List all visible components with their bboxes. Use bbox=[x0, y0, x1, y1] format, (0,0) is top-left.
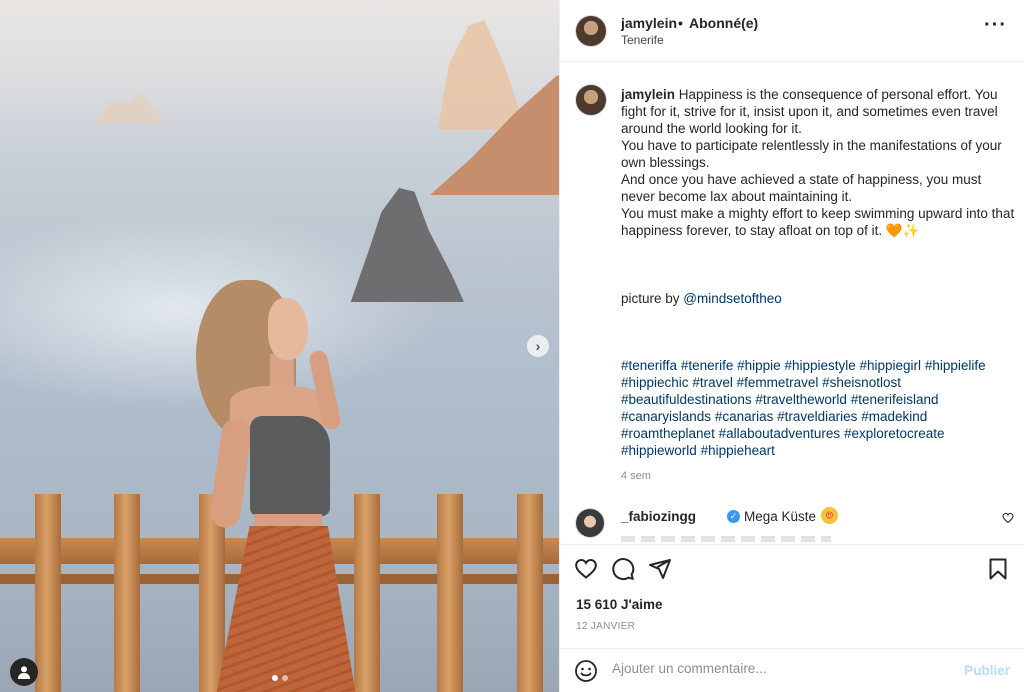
arm bbox=[208, 416, 254, 530]
heart-eyes-emoji: 😍 bbox=[821, 507, 838, 524]
fence-post bbox=[114, 494, 140, 692]
next-photo-button[interactable]: › bbox=[527, 335, 549, 357]
carousel-dot-active bbox=[272, 675, 278, 681]
hashtag-link[interactable]: #teneriffa bbox=[621, 358, 677, 373]
post-details-panel: jamylein • Abonné(e) Tenerife ··· jamyle… bbox=[559, 0, 1024, 692]
comment-icon bbox=[612, 558, 635, 581]
emoji-picker-button[interactable] bbox=[574, 659, 598, 683]
comment-item: _fabiozingg ✓ Mega Küste 😍 bbox=[560, 500, 1024, 542]
hashtag-link[interactable]: #canarias bbox=[715, 409, 774, 424]
hashtag-link[interactable]: #hippiechic bbox=[621, 375, 689, 390]
add-comment-bar: Publier bbox=[560, 648, 1024, 692]
commenter-username[interactable]: _fabiozingg bbox=[621, 509, 696, 524]
hashtag-link[interactable]: #tenerifeisland bbox=[851, 392, 939, 407]
comment-button[interactable] bbox=[611, 557, 635, 581]
credit-mention-link[interactable]: @mindsetoftheo bbox=[683, 291, 782, 306]
publish-button[interactable]: Publier bbox=[964, 663, 1010, 678]
commenter-avatar[interactable] bbox=[575, 508, 605, 538]
sunlit-cliff bbox=[438, 20, 526, 130]
smiley-icon bbox=[575, 660, 597, 682]
fence-post bbox=[517, 494, 543, 692]
hashtag-link[interactable]: #hippielife bbox=[925, 358, 986, 373]
hashtag-link[interactable]: #traveltheworld bbox=[755, 392, 847, 407]
caption-para-2: You have to participate relentlessly in … bbox=[621, 138, 1002, 170]
hashtag-link[interactable]: #canaryislands bbox=[621, 409, 711, 424]
grey-top bbox=[250, 416, 330, 516]
hashtag-link[interactable]: #hippieheart bbox=[701, 443, 775, 458]
user-icon bbox=[18, 666, 30, 679]
orange-skirt bbox=[216, 526, 356, 692]
hashtag-link[interactable]: #tenerife bbox=[681, 358, 734, 373]
post-caption: jamylein Happiness is the consequence of… bbox=[621, 86, 1016, 459]
likes-count[interactable]: 15 610 J'aime bbox=[576, 597, 663, 612]
hashtag-link[interactable]: #roamtheplanet bbox=[621, 426, 715, 441]
woman-figure bbox=[190, 278, 360, 692]
hashtag-link[interactable]: #madekind bbox=[861, 409, 927, 424]
hashtag-link[interactable]: #hippiegirl bbox=[860, 358, 922, 373]
post-actions: 15 610 J'aime 12 JANVIER bbox=[560, 544, 1024, 648]
comments-section[interactable]: jamylein Happiness is the consequence of… bbox=[560, 62, 1024, 544]
follow-status[interactable]: Abonné(e) bbox=[689, 15, 758, 31]
post-date[interactable]: 12 JANVIER bbox=[576, 621, 635, 632]
hashtag-link[interactable]: #traveldiaries bbox=[777, 409, 857, 424]
author-username[interactable]: jamylein bbox=[621, 15, 677, 31]
comment-input[interactable] bbox=[612, 661, 952, 676]
tagged-users-button[interactable] bbox=[10, 658, 38, 686]
hashtag-link[interactable]: #hippie bbox=[737, 358, 781, 373]
more-options-button[interactable]: ··· bbox=[984, 15, 1007, 35]
hashtag-link[interactable]: #allaboutadventures bbox=[719, 426, 841, 441]
bookmark-icon bbox=[989, 558, 1007, 580]
hashtag-link[interactable]: #femmetravel bbox=[737, 375, 819, 390]
share-button[interactable] bbox=[648, 557, 672, 581]
hashtag-link[interactable]: #hippieworld bbox=[621, 443, 697, 458]
comment-like-button[interactable] bbox=[1002, 512, 1014, 527]
credit-prefix: picture by bbox=[621, 291, 680, 306]
face bbox=[268, 298, 308, 360]
caption-author-avatar[interactable] bbox=[575, 84, 607, 116]
fence-post bbox=[437, 494, 463, 692]
chevron-right-icon: › bbox=[535, 338, 541, 354]
hashtag-link[interactable]: #travel bbox=[692, 375, 733, 390]
header-separator: • bbox=[678, 15, 683, 31]
caption-para-1: Happiness is the consequence of personal… bbox=[621, 87, 998, 136]
caption-para-3: And once you have achieved a state of ha… bbox=[621, 172, 982, 204]
save-button[interactable] bbox=[986, 557, 1010, 581]
distant-rock bbox=[95, 92, 165, 124]
carousel-dot bbox=[282, 675, 288, 681]
next-comment-faded bbox=[621, 536, 831, 542]
heart-icon bbox=[575, 558, 597, 579]
verified-badge-icon: ✓ bbox=[727, 510, 740, 523]
share-icon bbox=[649, 559, 671, 579]
instagram-post: › jamylein • Abonné(e) Tenerife ··· jamy… bbox=[0, 0, 1024, 692]
author-avatar[interactable] bbox=[575, 15, 607, 47]
caption-time-ago[interactable]: 4 sem bbox=[621, 470, 651, 482]
caption-para-4: You must make a mighty effort to keep sw… bbox=[621, 206, 1015, 238]
hashtag-link[interactable]: #hippiestyle bbox=[784, 358, 855, 373]
hashtag-list: #teneriffa #tenerife #hippie #hippiestyl… bbox=[621, 357, 1016, 459]
heart-icon bbox=[1002, 512, 1014, 524]
hashtag-link[interactable]: #exploretocreate bbox=[844, 426, 945, 441]
post-header: jamylein • Abonné(e) Tenerife ··· bbox=[560, 0, 1024, 62]
hashtag-link[interactable]: #beautifuldestinations bbox=[621, 392, 752, 407]
like-button[interactable] bbox=[574, 557, 598, 581]
location-link[interactable]: Tenerife bbox=[621, 33, 664, 47]
post-photo[interactable]: › bbox=[0, 0, 559, 692]
carousel-indicator bbox=[272, 675, 288, 681]
fence-post bbox=[35, 494, 61, 692]
more-horizontal-icon: ··· bbox=[984, 14, 1007, 36]
waist bbox=[254, 514, 322, 528]
comment-text: Mega Küste bbox=[744, 509, 817, 524]
hashtag-link[interactable]: #sheisnotlost bbox=[822, 375, 901, 390]
caption-username[interactable]: jamylein bbox=[621, 87, 675, 102]
